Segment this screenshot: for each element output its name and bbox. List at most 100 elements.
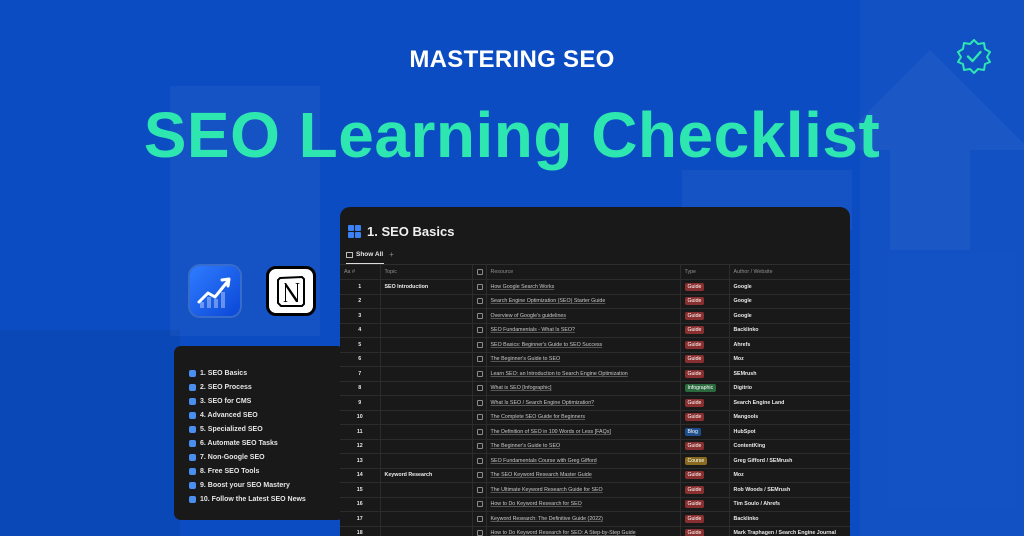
author-cell[interactable]: HubSpot: [729, 424, 850, 440]
table-row[interactable]: 18 How to Do Keyword Research for SEO: A …: [340, 526, 850, 536]
column-header-resource[interactable]: Resource: [486, 265, 681, 280]
resource-link[interactable]: The Beginner's Guide to SEO: [486, 439, 681, 454]
checkbox[interactable]: [476, 298, 483, 305]
topic-cell[interactable]: [380, 294, 473, 309]
type-cell[interactable]: Guide: [680, 395, 730, 411]
author-cell[interactable]: Mangools: [729, 410, 850, 425]
check-cell[interactable]: [472, 439, 487, 454]
toc-item[interactable]: 10. Follow the Latest SEO News: [189, 492, 344, 506]
check-cell[interactable]: [472, 497, 487, 512]
resource-link[interactable]: The Beginner's Guide to SEO: [486, 352, 681, 367]
topic-cell[interactable]: SEO Introduction: [380, 279, 473, 295]
checkbox[interactable]: [476, 428, 483, 435]
type-cell[interactable]: Guide: [680, 279, 730, 295]
topic-cell[interactable]: Keyword Research: [380, 468, 473, 483]
resource-link[interactable]: The Definition of SEO in 100 Words or Le…: [486, 424, 681, 440]
check-cell[interactable]: [472, 511, 487, 527]
author-cell[interactable]: Tim Soulo / Ahrefs: [729, 497, 850, 512]
column-header-author[interactable]: Author / Website: [729, 265, 850, 280]
table-row[interactable]: 6 The Beginner's Guide to SEO Guide Moz: [340, 352, 850, 367]
check-cell[interactable]: [472, 424, 487, 440]
topic-cell[interactable]: [380, 352, 473, 367]
table-row[interactable]: 3 Overview of Google's guidelines Guide Goo…: [340, 308, 850, 324]
checkbox[interactable]: [476, 341, 483, 348]
topic-cell[interactable]: [380, 366, 473, 382]
checkbox[interactable]: [476, 370, 483, 377]
resource-link[interactable]: The Complete SEO Guide for Beginners: [486, 410, 681, 425]
checkbox[interactable]: [476, 385, 483, 392]
check-cell[interactable]: [472, 308, 487, 324]
topic-cell[interactable]: [380, 526, 473, 536]
type-cell[interactable]: Guide: [680, 439, 730, 454]
table-row[interactable]: 5 SEO Basics: Beginner's Guide to SEO Suc…: [340, 337, 850, 353]
topic-cell[interactable]: [380, 511, 473, 527]
type-cell[interactable]: Guide: [680, 294, 730, 309]
table-row[interactable]: 14 Keyword Research The SEO Keyword Resear…: [340, 468, 850, 483]
toc-item[interactable]: 1. SEO Basics: [189, 366, 344, 380]
author-cell[interactable]: Ahrefs: [729, 337, 850, 353]
check-cell[interactable]: [472, 468, 487, 483]
topic-cell[interactable]: [380, 439, 473, 454]
toc-item[interactable]: 6. Automate SEO Tasks: [189, 436, 344, 450]
check-cell[interactable]: [472, 395, 487, 411]
type-cell[interactable]: Guide: [680, 497, 730, 512]
column-header-check[interactable]: [472, 265, 487, 280]
checkbox[interactable]: [476, 327, 483, 334]
check-cell[interactable]: [472, 482, 487, 498]
checkbox[interactable]: [476, 515, 483, 522]
topic-cell[interactable]: [380, 308, 473, 324]
type-cell[interactable]: Guide: [680, 337, 730, 353]
table-row[interactable]: 2 Search Engine Optimization (SEO) Starte…: [340, 294, 850, 309]
resource-link[interactable]: Overview of Google's guidelines: [486, 308, 681, 324]
toc-item[interactable]: 3. SEO for CMS: [189, 394, 344, 408]
author-cell[interactable]: Google: [729, 308, 850, 324]
toc-item[interactable]: 2. SEO Process: [189, 380, 344, 394]
table-row[interactable]: 17 Keyword Research: The Definitive Guide…: [340, 511, 850, 527]
table-row[interactable]: 12 The Beginner's Guide to SEO Guide Conten…: [340, 439, 850, 454]
type-cell[interactable]: Guide: [680, 323, 730, 338]
resource-link[interactable]: How Google Search Works: [486, 279, 681, 295]
author-cell[interactable]: Greg Gifford / SEMrush: [729, 453, 850, 469]
type-cell[interactable]: Course: [680, 453, 730, 469]
check-cell[interactable]: [472, 453, 487, 469]
check-cell[interactable]: [472, 279, 487, 295]
resource-link[interactable]: Learn SEO: an Introduction to Search Eng…: [486, 366, 681, 382]
check-cell[interactable]: [472, 323, 487, 338]
table-row[interactable]: 10 The Complete SEO Guide for Beginners Gu…: [340, 410, 850, 425]
table-row[interactable]: 13 SEO Fundamentals Course with Greg Giff…: [340, 453, 850, 469]
author-cell[interactable]: Search Engine Land: [729, 395, 850, 411]
resource-link[interactable]: What Is SEO / Search Engine Optimization…: [486, 395, 681, 411]
table-row[interactable]: 15 The Ultimate Keyword Research Guide fo…: [340, 482, 850, 498]
topic-cell[interactable]: [380, 381, 473, 396]
column-header-topic[interactable]: Topic: [380, 265, 473, 280]
checkbox[interactable]: [476, 486, 483, 493]
resource-link[interactable]: The Ultimate Keyword Research Guide for …: [486, 482, 681, 498]
topic-cell[interactable]: [380, 410, 473, 425]
checkbox[interactable]: [476, 501, 483, 508]
toc-item[interactable]: 5. Specialized SEO: [189, 422, 344, 436]
topic-cell[interactable]: [380, 424, 473, 440]
type-cell[interactable]: Guide: [680, 366, 730, 382]
checkbox[interactable]: [476, 530, 483, 536]
topic-cell[interactable]: [380, 453, 473, 469]
check-cell[interactable]: [472, 352, 487, 367]
column-header-type[interactable]: Type: [680, 265, 730, 280]
table-row[interactable]: 4 SEO Fundamentals - What Is SEO? Guide Bac…: [340, 323, 850, 338]
author-cell[interactable]: Google: [729, 294, 850, 309]
type-cell[interactable]: Blog: [680, 424, 730, 440]
resource-link[interactable]: SEO Basics: Beginner's Guide to SEO Succ…: [486, 337, 681, 353]
checkbox[interactable]: [476, 283, 483, 290]
check-cell[interactable]: [472, 381, 487, 396]
type-cell[interactable]: Infographic: [680, 381, 730, 396]
resource-link[interactable]: Search Engine Optimization (SEO) Starter…: [486, 294, 681, 309]
resource-link[interactable]: How to Do Keyword Research for SEO: [486, 497, 681, 512]
checkbox[interactable]: [476, 312, 483, 319]
author-cell[interactable]: Backlinko: [729, 511, 850, 527]
type-cell[interactable]: Guide: [680, 308, 730, 324]
topic-cell[interactable]: [380, 323, 473, 338]
author-cell[interactable]: Google: [729, 279, 850, 295]
checkbox[interactable]: [476, 414, 483, 421]
table-row[interactable]: 9 What Is SEO / Search Engine Optimizatio…: [340, 395, 850, 411]
author-cell[interactable]: Backlinko: [729, 323, 850, 338]
author-cell[interactable]: SEMrush: [729, 366, 850, 382]
